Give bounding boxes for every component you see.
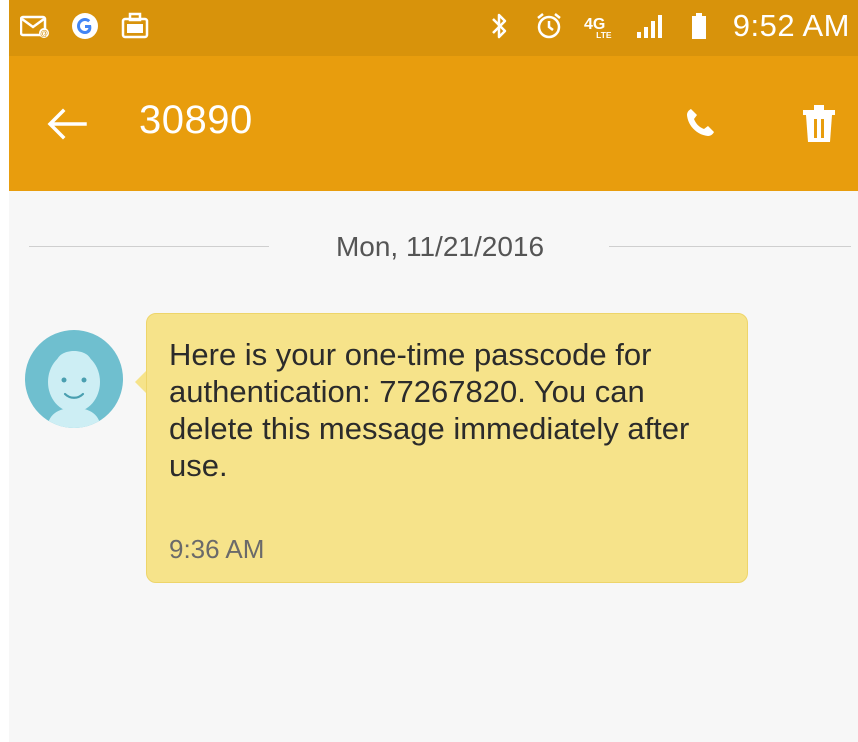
media-notification-icon	[119, 11, 151, 41]
message-time: 9:36 AM	[169, 534, 265, 564]
delete-button[interactable]	[797, 102, 841, 146]
conversation-date: Mon, 11/21/2016	[335, 231, 545, 262]
battery-icon	[683, 11, 715, 41]
phone-icon	[687, 109, 714, 136]
status-bar-system: 4G LTE 9:52 AM	[483, 8, 850, 44]
svg-text:LTE: LTE	[596, 30, 612, 40]
date-separator: Mon, 11/21/2016	[29, 228, 851, 264]
4g-lte-icon: 4G LTE	[583, 11, 615, 41]
call-button[interactable]	[677, 102, 721, 146]
app-bar: 30890	[9, 56, 858, 191]
sender-avatar[interactable]	[25, 330, 123, 428]
google-icon	[69, 11, 101, 41]
conversation-title: 30890	[139, 98, 253, 142]
back-arrow-icon	[47, 108, 87, 140]
back-button[interactable]	[43, 104, 91, 144]
svg-text:@: @	[40, 29, 48, 38]
message-bubble[interactable]: Here is your one-time passcode for authe…	[146, 313, 748, 583]
messaging-screen: @ 4G LTE 9:52 AM 30890 Mon, 11/21/2016 H…	[9, 0, 858, 742]
device-frame	[0, 0, 9, 742]
status-bar-notifications: @	[19, 8, 151, 44]
email-notification-icon: @	[19, 11, 51, 41]
signal-icon	[633, 11, 665, 41]
status-bar: @ 4G LTE 9:52 AM	[9, 0, 858, 56]
message-text: Here is your one-time passcode for authe…	[169, 337, 690, 483]
trash-icon	[803, 105, 835, 142]
alarm-icon	[533, 11, 565, 41]
default-contact-face-icon	[47, 351, 101, 428]
status-time: 9:52 AM	[732, 8, 850, 43]
bluetooth-icon	[483, 11, 515, 41]
date-divider-right	[609, 246, 851, 247]
